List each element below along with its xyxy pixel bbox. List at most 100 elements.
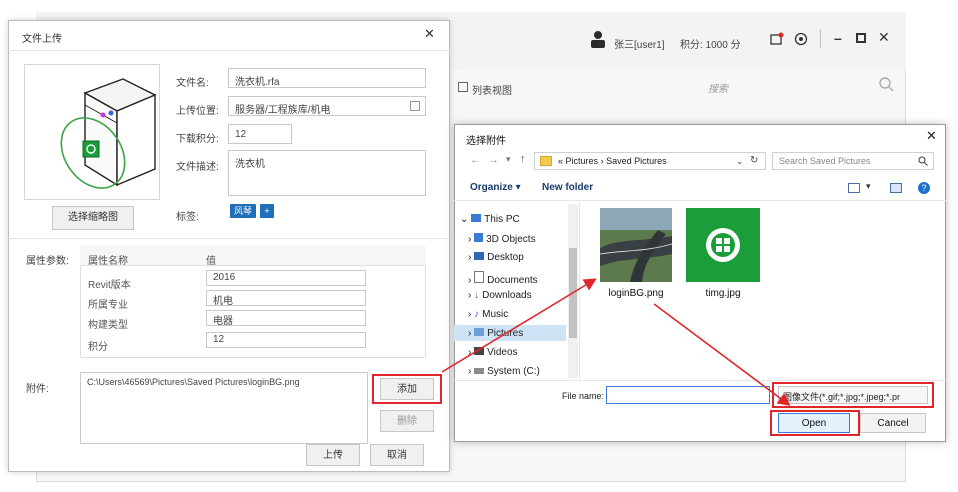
filename-field-label: File name: — [562, 391, 605, 401]
attachments-list[interactable]: C:\Users\46569\Pictures\Saved Pictures\l… — [80, 372, 368, 444]
description-textarea[interactable]: 洗衣机 — [228, 150, 426, 196]
upload-dialog-close-icon[interactable]: ✕ — [424, 26, 435, 42]
tag-chip[interactable]: 风琴 — [230, 204, 256, 218]
filetype-select[interactable]: 图像文件(*.gif;*.jpg;*.jpeg;*.pr — [778, 386, 928, 404]
main-search-placeholder[interactable]: 搜索 — [708, 80, 728, 95]
drive-icon — [474, 368, 485, 374]
document-icon — [474, 271, 485, 283]
header-divider — [820, 30, 821, 48]
description-label: 文件描述: — [176, 162, 219, 173]
form-divider — [8, 238, 450, 239]
tree-item-downloads[interactable]: › ↓ Downloads — [468, 290, 532, 301]
pictures-icon — [474, 328, 485, 336]
message-icon[interactable] — [770, 32, 784, 46]
settings-icon[interactable] — [794, 32, 808, 46]
file-name-loginbg[interactable]: loginBG.png — [596, 288, 676, 299]
location-input[interactable]: 服务器/工程族库/机电 — [228, 96, 426, 116]
prop-value-input[interactable]: 电器 — [206, 310, 366, 327]
dialog-title-divider — [8, 50, 450, 51]
loginbg-image — [599, 208, 673, 282]
new-folder-button[interactable]: New folder — [542, 182, 593, 193]
breadcrumb: « Pictures › Saved Pictures — [558, 156, 667, 166]
tree-item-documents[interactable]: › Documents — [468, 271, 538, 286]
open-button[interactable]: Open — [778, 413, 850, 433]
points-label: 下载积分: — [176, 134, 219, 145]
view-dropdown-icon[interactable]: ▾ — [866, 181, 871, 192]
refresh-icon[interactable]: ↻ — [750, 155, 758, 166]
preview-pane-icon[interactable] — [890, 183, 902, 193]
location-picker-icon[interactable] — [410, 101, 420, 111]
user-name[interactable]: 张三[user1] — [614, 36, 665, 51]
prop-value-input[interactable]: 2016 — [206, 270, 366, 286]
file-thumbnail-timg[interactable] — [686, 208, 760, 282]
upload-dialog-title: 文件上传 — [22, 34, 62, 45]
attachment-path: C:\Users\46569\Pictures\Saved Pictures\l… — [87, 377, 300, 387]
music-icon: ♪ — [474, 309, 480, 320]
picker-search-icon[interactable] — [918, 156, 928, 166]
location-label: 上传位置: — [176, 106, 219, 117]
tags-label: 标签: — [176, 212, 199, 223]
breadcrumb-pictures[interactable]: Pictures — [566, 156, 599, 166]
close-app-icon[interactable]: ✕ — [878, 29, 890, 46]
picker-cancel-button[interactable]: Cancel — [860, 413, 926, 433]
user-avatar-icon[interactable] — [590, 30, 606, 48]
nav-scrollbar-thumb[interactable] — [569, 248, 577, 338]
tree-item-pictures[interactable]: › Pictures — [468, 328, 523, 339]
desktop-icon — [474, 252, 485, 260]
address-dropdown-icon[interactable]: ⌄ — [736, 156, 744, 167]
prop-value-input[interactable]: 12 — [206, 332, 366, 348]
filename-label: 文件名: — [176, 78, 209, 89]
download-icon: ↓ — [474, 290, 480, 301]
nav-forward-icon[interactable]: → — [488, 154, 499, 166]
tree-item-desktop[interactable]: › Desktop — [468, 252, 524, 263]
filename-input[interactable]: 洗衣机.rfa — [228, 68, 426, 88]
timg-image — [706, 228, 740, 262]
properties-label: 属性参数: — [26, 256, 69, 267]
file-thumbnail-loginbg[interactable] — [599, 208, 673, 282]
nav-dropdown-icon[interactable]: ▾ — [506, 154, 511, 165]
prop-value-input[interactable]: 机电 — [206, 290, 366, 307]
user-points: 积分: 1000 分 — [680, 40, 741, 51]
add-tag-button[interactable]: + — [260, 204, 274, 218]
view-options-icon[interactable] — [848, 183, 860, 193]
maximize-icon[interactable] — [856, 33, 866, 43]
tree-item-music[interactable]: › ♪ Music — [468, 309, 508, 320]
nav-up-icon[interactable]: ↑ — [520, 153, 526, 165]
minimize-icon[interactable]: – — [834, 30, 842, 46]
pc-icon — [471, 214, 482, 222]
list-view-icon[interactable] — [458, 82, 468, 92]
main-search-icon[interactable] — [878, 76, 894, 92]
location-value: 服务器/工程族库/机电 — [235, 105, 331, 116]
attachments-label: 附件: — [26, 384, 49, 395]
breadcrumb-saved-pictures[interactable]: Saved Pictures — [606, 156, 667, 166]
picker-filename-input[interactable] — [606, 386, 770, 404]
prop-name: 构建类型 — [88, 320, 128, 331]
nav-back-icon[interactable]: ← — [470, 154, 481, 166]
picker-close-icon[interactable]: ✕ — [926, 128, 937, 144]
add-attachment-button[interactable]: 添加 — [380, 378, 434, 400]
help-icon[interactable]: ? — [918, 182, 930, 194]
delete-attachment-button[interactable]: 删除 — [380, 410, 434, 432]
header-name: 属性名称 — [88, 256, 128, 267]
points-input[interactable]: 12 — [228, 124, 292, 144]
bottom-divider — [454, 380, 946, 381]
washing-machine-drawing — [60, 78, 157, 189]
toolbar-divider — [454, 200, 946, 201]
picker-title: 选择附件 — [466, 136, 506, 147]
tree-item-system-c[interactable]: › System (C:) — [468, 366, 540, 377]
upload-button[interactable]: 上传 — [306, 444, 360, 466]
select-thumbnail-button[interactable]: 选择缩略图 — [52, 206, 134, 230]
file-name-timg[interactable]: timg.jpg — [686, 288, 760, 299]
prop-name: 积分 — [88, 342, 108, 353]
breadcrumb-separator: › — [600, 156, 604, 166]
cancel-upload-button[interactable]: 取消 — [370, 444, 424, 466]
header-value: 值 — [206, 256, 216, 267]
tree-item-videos[interactable]: › Videos — [468, 347, 518, 358]
breadcrumb-root[interactable]: « — [558, 156, 563, 166]
tree-item-3d-objects[interactable]: › 3D Objects — [468, 233, 536, 245]
organize-menu[interactable]: Organize ▾ — [470, 182, 521, 193]
cube-icon — [474, 233, 484, 242]
picker-search-input[interactable]: Search Saved Pictures — [772, 152, 934, 170]
tree-item-this-pc[interactable]: ⌄ This PC — [460, 214, 520, 225]
list-view-label[interactable]: 列表视图 — [472, 82, 512, 97]
